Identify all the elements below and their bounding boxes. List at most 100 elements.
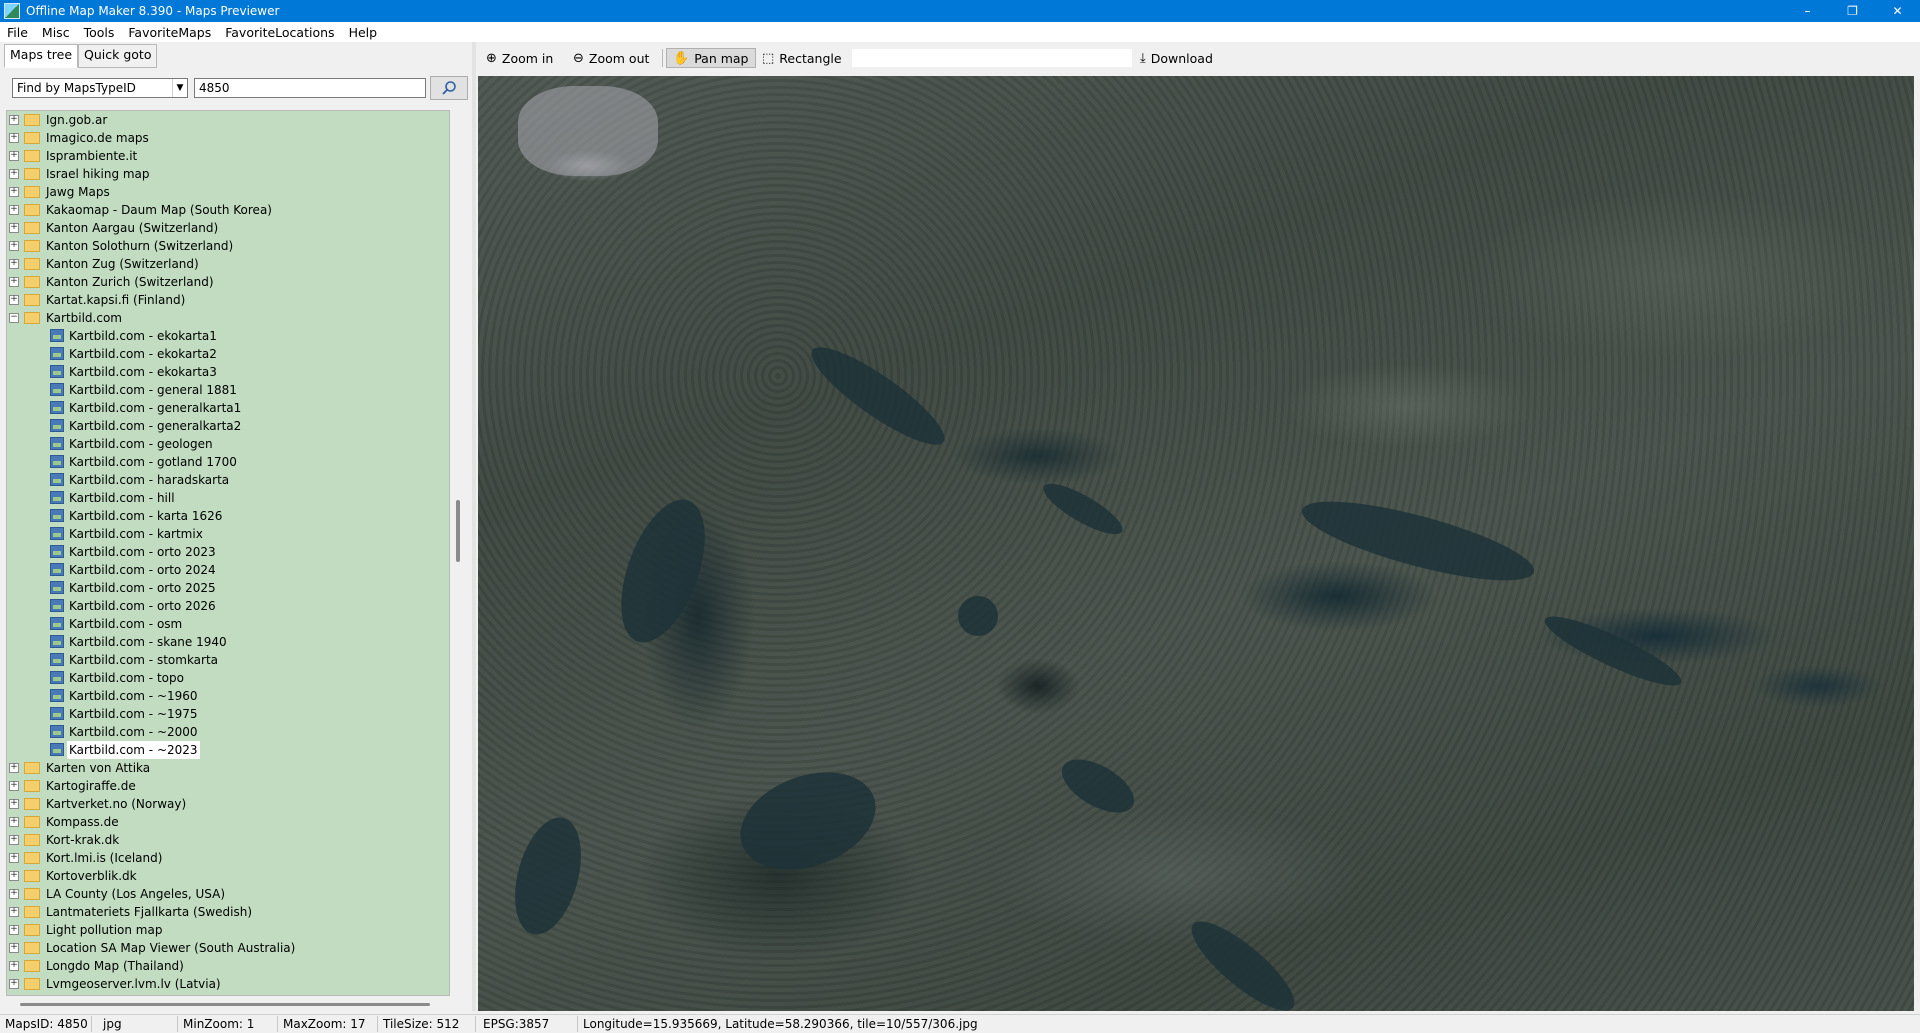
expand-icon[interactable]: + [9, 871, 19, 881]
scrollbar-thumb[interactable] [456, 500, 460, 562]
tree-folder-row[interactable]: + Kortoverblik.dk [7, 867, 449, 885]
tree-folder-row[interactable]: + Israel hiking map [7, 165, 449, 183]
panel-splitter[interactable] [472, 42, 476, 1011]
minimize-button[interactable]: – [1785, 0, 1830, 22]
tree-map-row[interactable]: Kartbild.com - hill [7, 489, 449, 507]
tree-folder-row[interactable]: + Kompass.de [7, 813, 449, 831]
map-view[interactable] [478, 76, 1920, 1011]
expand-icon[interactable]: + [9, 907, 19, 917]
search-button[interactable] [430, 76, 468, 100]
menu-file[interactable]: File [0, 25, 35, 40]
expand-icon[interactable]: + [9, 277, 19, 287]
expand-icon[interactable]: + [9, 205, 19, 215]
tree-map-row[interactable]: Kartbild.com - general 1881 [7, 381, 449, 399]
expand-icon[interactable]: + [9, 241, 19, 251]
tree-folder-row[interactable]: + Kanton Solothurn (Switzerland) [7, 237, 449, 255]
tree-folder-row[interactable]: + Jawg Maps [7, 183, 449, 201]
tree-folder-row[interactable]: + Isprambiente.it [7, 147, 449, 165]
tree-map-row[interactable]: Kartbild.com - orto 2025 [7, 579, 449, 597]
expand-icon[interactable]: + [9, 925, 19, 935]
find-input[interactable] [194, 78, 426, 98]
tree-folder-row[interactable]: + Lvmgeoserver.lvm.lv (Latvia) [7, 975, 449, 993]
pan-map-button[interactable]: ✋ Pan map [666, 48, 756, 68]
zoom-out-button[interactable]: ⊖ Zoom out [573, 48, 649, 68]
tree-folder-row[interactable]: + Kanton Zug (Switzerland) [7, 255, 449, 273]
tree-map-row[interactable]: Kartbild.com - orto 2023 [7, 543, 449, 561]
expand-icon[interactable]: + [9, 295, 19, 305]
tree-vertical-scrollbar[interactable] [452, 110, 466, 994]
tree-folder-row[interactable]: + Kartogiraffe.de [7, 777, 449, 795]
find-mode-select[interactable]: Find by MapsTypeID ▼ [12, 78, 188, 98]
expand-icon[interactable]: + [9, 889, 19, 899]
tree-map-row[interactable]: Kartbild.com - ~2023 [7, 741, 449, 759]
expand-icon[interactable]: + [9, 799, 19, 809]
expand-icon[interactable]: + [9, 943, 19, 953]
tree-folder-row[interactable]: + Longdo Map (Thailand) [7, 957, 449, 975]
tree-map-row[interactable]: Kartbild.com - ekokarta3 [7, 363, 449, 381]
tree-folder-row[interactable]: + Location SA Map Viewer (South Australia… [7, 939, 449, 957]
tree-map-row[interactable]: Kartbild.com - haradskarta [7, 471, 449, 489]
tab-quick-goto[interactable]: Quick goto [78, 44, 158, 68]
tree-folder-row[interactable]: + Imagico.de maps [7, 129, 449, 147]
tree-folder-row[interactable]: + Light pollution map [7, 921, 449, 939]
expand-icon[interactable]: + [9, 133, 19, 143]
expand-icon[interactable]: + [9, 781, 19, 791]
tree-map-row[interactable]: Kartbild.com - generalkarta2 [7, 417, 449, 435]
expand-icon[interactable]: + [9, 259, 19, 269]
dropdown-arrow-icon[interactable]: ▼ [172, 79, 187, 97]
tree-map-row[interactable]: Kartbild.com - gotland 1700 [7, 453, 449, 471]
tree-folder-row[interactable]: + Ign.gob.ar [7, 111, 449, 129]
tree-folder-row[interactable]: + Kort.lmi.is (Iceland) [7, 849, 449, 867]
expand-icon[interactable]: + [9, 151, 19, 161]
tree-folder-row[interactable]: + Lantmateriets Fjallkarta (Swedish) [7, 903, 449, 921]
menu-favorite-maps[interactable]: FavoriteMaps [121, 25, 218, 40]
toolbar-address-field[interactable] [852, 49, 1132, 67]
tree-folder-row[interactable]: + Kort-krak.dk [7, 831, 449, 849]
expand-icon[interactable]: + [9, 115, 19, 125]
menu-help[interactable]: Help [342, 25, 385, 40]
expand-icon[interactable]: + [9, 169, 19, 179]
tree-map-row[interactable]: Kartbild.com - orto 2024 [7, 561, 449, 579]
tree-folder-row[interactable]: + Kartverket.no (Norway) [7, 795, 449, 813]
expand-icon[interactable]: + [9, 835, 19, 845]
menu-tools[interactable]: Tools [77, 25, 122, 40]
expand-icon[interactable]: + [9, 817, 19, 827]
expand-icon[interactable]: + [9, 187, 19, 197]
map-edge-scrollbar[interactable] [1914, 76, 1920, 1011]
close-button[interactable]: ✕ [1875, 0, 1920, 22]
tree-folder-row[interactable]: − Kartbild.com [7, 309, 449, 327]
expand-icon[interactable]: + [9, 961, 19, 971]
tree-map-row[interactable]: Kartbild.com - geologen [7, 435, 449, 453]
tree-map-row[interactable]: Kartbild.com - ~1975 [7, 705, 449, 723]
expand-icon[interactable]: + [9, 979, 19, 989]
tree-map-row[interactable]: Kartbild.com - ~1960 [7, 687, 449, 705]
expand-icon[interactable]: + [9, 223, 19, 233]
tree-map-row[interactable]: Kartbild.com - ~2000 [7, 723, 449, 741]
tree-map-row[interactable]: Kartbild.com - orto 2026 [7, 597, 449, 615]
tree-folder-row[interactable]: + Karten von Attika [7, 759, 449, 777]
tree-folder-row[interactable]: + LA County (Los Angeles, USA) [7, 885, 449, 903]
tree-map-row[interactable]: Kartbild.com - skane 1940 [7, 633, 449, 651]
menu-misc[interactable]: Misc [35, 25, 77, 40]
tree-folder-row[interactable]: + Kartat.kapsi.fi (Finland) [7, 291, 449, 309]
tree-map-row[interactable]: Kartbild.com - topo [7, 669, 449, 687]
collapse-icon[interactable]: − [9, 313, 19, 323]
tree-map-row[interactable]: Kartbild.com - karta 1626 [7, 507, 449, 525]
expand-icon[interactable]: + [9, 853, 19, 863]
maximize-button[interactable]: ❐ [1830, 0, 1875, 22]
zoom-in-button[interactable]: ⊕ Zoom in [486, 48, 553, 68]
download-button[interactable]: ⤓ Download [1140, 48, 1213, 68]
tree-map-row[interactable]: Kartbild.com - ekokarta1 [7, 327, 449, 345]
tree-folder-row[interactable]: + Kanton Aargau (Switzerland) [7, 219, 449, 237]
menu-favorite-locations[interactable]: FavoriteLocations [218, 25, 341, 40]
tree-folder-row[interactable]: + Kakaomap - Daum Map (South Korea) [7, 201, 449, 219]
tree-map-row[interactable]: Kartbild.com - stomkarta [7, 651, 449, 669]
rectangle-button[interactable]: ⬚ Rectangle [762, 48, 842, 68]
tab-maps-tree[interactable]: Maps tree [4, 44, 79, 68]
tree-map-row[interactable]: Kartbild.com - ekokarta2 [7, 345, 449, 363]
scrollbar-thumb[interactable] [20, 1003, 430, 1006]
tree-map-row[interactable]: Kartbild.com - kartmix [7, 525, 449, 543]
tree-map-row[interactable]: Kartbild.com - osm [7, 615, 449, 633]
expand-icon[interactable]: + [9, 763, 19, 773]
tree-map-row[interactable]: Kartbild.com - generalkarta1 [7, 399, 449, 417]
